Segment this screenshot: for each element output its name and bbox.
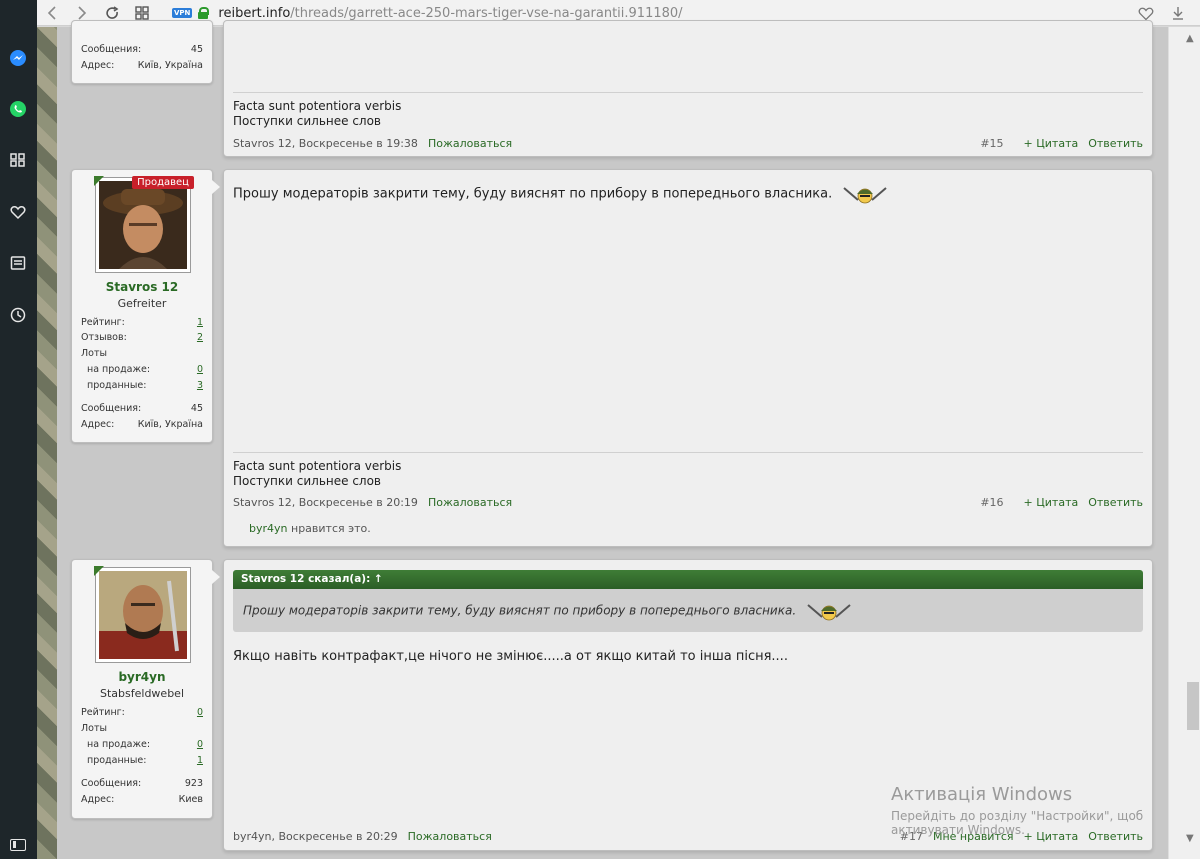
post-number[interactable]: #16 (980, 496, 1003, 509)
user-card-stavros: Продавец Stavros 12 Gefreiter Рейтинг: 1… (71, 169, 220, 443)
message-post-16: Прошу модераторів закрити тему, буду вия… (223, 169, 1153, 547)
user-stat: на продаже: 0 (87, 739, 203, 750)
likes-summary: byr4yn нравится это. (249, 522, 371, 535)
back-button[interactable] (37, 0, 67, 26)
soldier-smiley-icon (807, 604, 851, 621)
avatar[interactable] (94, 566, 191, 663)
author-date[interactable]: byr4yn, Воскресенье в 20:29 (233, 830, 398, 843)
soldier-smiley-icon (843, 187, 888, 204)
scroll-up-icon[interactable]: ▲ (1186, 33, 1194, 44)
user-stat: Лоты (81, 723, 107, 734)
quote-button[interactable]: + Цитата (1024, 137, 1079, 150)
user-stat: Сообщения: 45 (81, 44, 203, 55)
news-icon[interactable] (6, 251, 30, 275)
user-stat: на продаже: 0 (87, 364, 203, 375)
signature: Facta sunt potentiora verbis Поступки си… (233, 92, 1143, 129)
avatar-image (99, 181, 187, 269)
windows-activation-watermark: Активація Windows Перейдіть до розділу "… (891, 784, 1144, 837)
message-text: Прошу модераторів закрити тему, буду вия… (233, 184, 888, 204)
scroll-thumb[interactable] (1187, 682, 1199, 730)
username[interactable]: Stavros 12 (72, 280, 212, 294)
message-footer: Stavros 12, Воскресенье в 19:38 Пожалова… (233, 135, 1143, 151)
user-stat: Отзывов: 2 (81, 332, 203, 343)
speed-dial-icon[interactable] (6, 148, 30, 172)
download-icon[interactable] (1168, 3, 1188, 23)
user-stat: Лоты (81, 348, 107, 359)
user-stat: проданные: 1 (87, 755, 203, 766)
url-host: reibert.info (218, 5, 291, 21)
user-stat: Сообщения: 45 (81, 403, 203, 414)
username[interactable]: byr4yn (72, 670, 212, 684)
user-title: Gefreiter (117, 297, 167, 310)
user-title: Stabsfeldwebel (100, 687, 184, 700)
message-text: Якщо навіть контрафакт,це нічого не змін… (233, 649, 788, 664)
quote-button[interactable]: + Цитата (1024, 496, 1079, 509)
user-stat: Адрес: Київ, Україна (81, 419, 203, 430)
reply-button[interactable]: Ответить (1088, 496, 1143, 509)
reply-button[interactable]: Ответить (1088, 137, 1143, 150)
report-link[interactable]: Пожаловаться (408, 830, 492, 843)
liker-link[interactable]: byr4yn (249, 522, 288, 535)
user-stat: Адрес: Київ, Україна (81, 60, 203, 71)
browser-sidebar (0, 0, 37, 859)
url-path: /threads/garrett-ace-250-mars-tiger-vse-… (290, 5, 683, 21)
messenger-icon[interactable] (6, 46, 30, 70)
vpn-badge[interactable]: VPN (172, 8, 193, 18)
lock-icon[interactable] (198, 7, 210, 19)
avatar[interactable]: Продавец (94, 176, 194, 273)
avatar-image (99, 571, 187, 659)
whatsapp-icon[interactable] (6, 97, 30, 121)
user-stat: Сообщения: 923 (81, 778, 203, 789)
quote-body: Прошу модераторів закрити тему, буду вия… (233, 589, 1143, 632)
author-date[interactable]: Stavros 12, Воскресенье в 20:19 (233, 496, 418, 509)
report-link[interactable]: Пожаловаться (428, 137, 512, 150)
scrollbar[interactable]: ▲ ▼ (1168, 27, 1200, 859)
report-link[interactable]: Пожаловаться (428, 496, 512, 509)
quote-header[interactable]: Stavros 12 сказал(а): ↑ (233, 570, 1143, 589)
user-stat: Рейтинг: 1 (81, 317, 203, 328)
sidebar-toggle-icon[interactable] (10, 839, 26, 851)
user-stat: Рейтинг: 0 (81, 707, 203, 718)
user-card: Сообщения: 45 Адрес: Київ, Україна (71, 20, 213, 84)
message-footer: Stavros 12, Воскресенье в 20:19 Пожалова… (233, 494, 1143, 510)
seller-badge: Продавец (132, 176, 194, 189)
user-stat: проданные: 3 (87, 380, 203, 391)
post-number[interactable]: #15 (980, 137, 1003, 150)
author-date[interactable]: Stavros 12, Воскресенье в 19:38 (233, 137, 418, 150)
user-stat: Адрес: Киев (81, 794, 203, 805)
user-card-byr4yn: byr4yn Stabsfeldwebel Рейтинг: 0 Лоты на… (71, 559, 220, 819)
heart-icon[interactable] (6, 200, 30, 224)
history-clock-icon[interactable] (6, 303, 30, 327)
signature: Facta sunt potentiora verbis Поступки си… (233, 452, 1143, 489)
message-post-15: Facta sunt potentiora verbis Поступки си… (223, 20, 1153, 157)
